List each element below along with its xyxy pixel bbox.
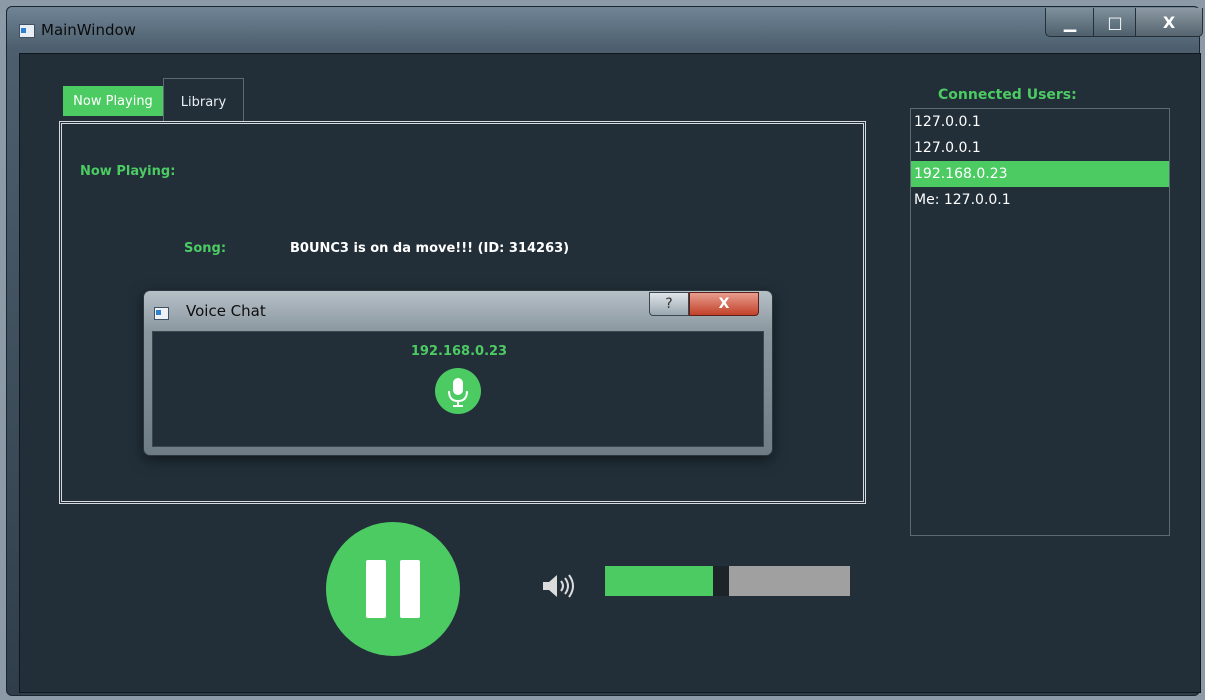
dialog-close-button[interactable]: X — [689, 292, 759, 316]
user-list-item-selected[interactable]: 192.168.0.23 — [911, 161, 1169, 187]
song-label: Song: — [184, 241, 227, 256]
minimize-icon: ▁ — [1063, 12, 1077, 32]
minimize-button[interactable]: ▁ — [1045, 8, 1095, 37]
song-title: B0UNC3 is on da move!!! (ID: 314263) — [290, 241, 570, 256]
maximize-button[interactable]: □ — [1093, 8, 1137, 37]
peer-ip: 192.168.0.23 — [410, 344, 508, 359]
connected-users-list[interactable]: 127.0.0.1 127.0.0.1 192.168.0.23 Me: 127… — [910, 108, 1170, 536]
user-list-item[interactable]: 127.0.0.1 — [911, 135, 1169, 161]
microphone-button[interactable] — [435, 368, 481, 414]
play-pause-button[interactable] — [326, 522, 460, 656]
user-list-item[interactable]: 127.0.0.1 — [911, 109, 1169, 135]
close-button[interactable]: X — [1135, 8, 1203, 37]
volume-slider[interactable] — [605, 566, 850, 596]
app-icon — [154, 307, 169, 320]
volume-handle[interactable] — [713, 566, 729, 596]
voice-chat-content: 192.168.0.23 — [152, 331, 764, 447]
window-controls: ▁ □ X — [1045, 8, 1203, 37]
maximize-icon: □ — [1107, 12, 1123, 32]
close-icon: X — [1162, 12, 1176, 32]
speaker-icon — [543, 574, 574, 598]
app-icon — [19, 24, 35, 38]
title-bar[interactable]: MainWindow ▁ □ X — [7, 7, 1203, 53]
window-title: MainWindow — [41, 21, 136, 39]
close-icon: X — [718, 296, 730, 312]
connected-users-heading: Connected Users: — [938, 87, 1077, 103]
tab-library[interactable]: Library — [163, 78, 244, 122]
user-list-item[interactable]: Me: 127.0.0.1 — [911, 187, 1169, 213]
microphone-icon — [448, 378, 468, 407]
help-button[interactable]: ? — [649, 292, 689, 316]
tab-now-playing[interactable]: Now Playing — [63, 86, 163, 116]
now-playing-heading: Now Playing: — [80, 164, 176, 179]
voice-chat-dialog: Voice Chat ? X 192.168.0.23 — [143, 290, 773, 456]
dialog-title: Voice Chat — [186, 302, 266, 320]
help-icon: ? — [665, 296, 673, 312]
volume-fill — [605, 566, 713, 596]
